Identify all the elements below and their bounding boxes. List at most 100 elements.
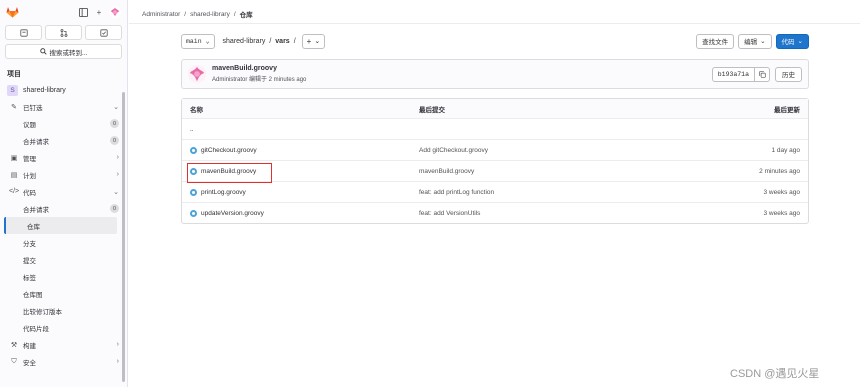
groovy-file-icon [190,146,197,154]
file-path: shared-library / vars / [223,38,296,45]
sidebar-item-branches[interactable]: 分支 [0,234,127,251]
header-name: 名称 [190,106,203,114]
edit-dropdown-button[interactable]: 编辑 ⌄ [738,33,772,49]
plus-icon: + [306,36,312,46]
commit-sha[interactable]: b193a71a [711,66,755,82]
chevron-right-icon: › [116,341,119,348]
sidebar-item-plan[interactable]: ▤ 计划 › [0,166,127,183]
branch-selector[interactable]: main ⌄ [181,33,215,49]
find-file-label: 查找文件 [702,39,729,46]
sidebar-project[interactable]: S shared-library [0,82,127,98]
table-row[interactable]: updateVersion.groovy feat: add VersionUt… [182,202,808,223]
sidebar-item-commits[interactable]: 提交 [0,251,127,268]
sidebar-item-issues[interactable]: 议题 0 [0,115,127,132]
pin-icon: ✎ [11,103,17,111]
shield-icon: ⛉ [11,357,17,365]
file-cell: mavenBuild.groovy [190,167,419,175]
file-table: 名称 最后提交 最后更新 .. gitCheckout.groovy Add g… [181,98,809,224]
sidebar-section-title: 项目 [7,71,21,78]
breadcrumb-item-admin[interactable]: Administrator [142,11,180,18]
breadcrumb-item-current[interactable]: 仓库 [240,9,253,19]
sidebar-item-label: 仓库 [27,223,40,231]
count-badge: 0 [110,119,119,128]
chevron-down-icon: ⌄ [113,188,119,196]
sidebar-scrollbar[interactable] [122,92,125,382]
header-last-update: 最后更新 [774,106,800,114]
sidebar-item-merge-requests-pinned[interactable]: 合并请求 0 [0,132,127,149]
plus-icon[interactable]: + [93,6,105,18]
sidebar-item-build[interactable]: ⚒ 构建 › [0,336,127,353]
merge-requests-button[interactable] [45,25,82,40]
sidebar-item-label: 分支 [23,240,36,248]
user-avatar[interactable] [109,6,121,18]
sidebar-item-pinned[interactable]: ✎ 已钉选 ⌄ [0,98,127,115]
sidebar-item-snippets[interactable]: 代码片段 [0,319,127,336]
commit-author[interactable]: Administrator [212,77,247,83]
file-last-commit[interactable]: feat: add VersionUtils [419,210,710,217]
file-last-commit[interactable]: mavenBuild.groovy [419,168,710,175]
merge-request-icon [60,28,67,37]
groovy-file-icon [190,209,197,217]
file-last-commit[interactable]: feat: add printLog function [419,189,710,196]
find-file-button[interactable]: 查找文件 [696,33,735,49]
file-cell: updateVersion.groovy [190,209,419,217]
branch-name: main [186,37,202,45]
file-name[interactable]: mavenBuild.groovy [201,168,256,175]
file-name[interactable]: updateVersion.groovy [201,210,264,217]
copy-sha-button[interactable] [755,66,770,82]
path-separator: / [293,37,296,45]
chevron-down-icon: ⌄ [113,103,119,111]
chevron-down-icon: ⌄ [797,38,803,45]
issues-icon [19,28,28,37]
search-label: 搜索或转到... [49,49,88,57]
gitlab-logo-icon[interactable] [6,6,19,18]
sidebar-item-repository-graph[interactable]: 仓库图 [0,285,127,302]
sidebar-item-tags[interactable]: 标签 [0,268,127,285]
commit-info: mavenBuild.groovy Administrator 编辑于 2 mi… [212,65,306,83]
path-folder[interactable]: vars [275,38,289,45]
copy-icon [758,70,766,78]
parent-directory-link[interactable]: .. [190,126,419,133]
path-project[interactable]: shared-library [223,38,266,45]
code-dropdown-button[interactable]: 代码 ⌄ [775,33,809,49]
sidebar-item-label: 议题 [23,121,36,129]
table-row[interactable]: gitCheckout.groovy Add gitCheckout.groov… [182,139,808,160]
breadcrumb-item-project[interactable]: shared-library [190,11,230,18]
file-name[interactable]: printLog.groovy [201,189,246,196]
file-cell: printLog.groovy [190,188,419,196]
file-name[interactable]: gitCheckout.groovy [201,147,257,154]
table-row-parent[interactable]: .. [182,118,808,139]
issues-button[interactable] [5,25,42,40]
sidebar-item-code[interactable]: </> 代码 ⌄ [0,183,127,200]
todo-button[interactable] [85,25,122,40]
sidebar-shortcuts [0,25,127,40]
project-avatar: S [7,84,18,96]
chevron-down-icon: ⌄ [760,38,766,45]
commit-meta: Administrator 编辑于 2 minutes ago [212,74,306,83]
sidebar-item-merge-requests[interactable]: 合并请求 0 [0,200,127,217]
table-row[interactable]: mavenBuild.groovy mavenBuild.groovy 2 mi… [182,160,808,181]
sidebar-top: + [0,0,127,24]
code-icon: </> [9,188,20,195]
chevron-right-icon: › [116,171,119,178]
sidebar-item-repository[interactable]: 仓库 [4,217,117,234]
sidebar-item-label: 构建 [23,342,36,350]
sidebar-item-secure[interactable]: ⛉ 安全 › [0,353,127,370]
sidebar-item-compare-revisions[interactable]: 比较修订版本 [0,302,127,319]
sidebar-item-manage[interactable]: ▣ 管理 › [0,149,127,166]
history-button[interactable]: 历史 [775,66,802,82]
commit-author-avatar[interactable] [188,65,206,83]
count-badge: 0 [110,204,119,213]
project-name: shared-library [23,86,66,94]
table-row[interactable]: printLog.groovy feat: add printLog funct… [182,181,808,202]
sidebar-toggle-icon[interactable] [77,6,89,18]
groovy-file-icon [190,188,197,196]
sidebar-item-label: 提交 [23,257,36,265]
add-dropdown-button[interactable]: + ⌄ [301,33,326,49]
file-last-commit[interactable]: Add gitCheckout.groovy [419,147,710,154]
sidebar-item-label: 标签 [23,274,36,282]
repo-toolbar: main ⌄ shared-library / vars / + ⌄ 查找文件 … [181,33,809,49]
commit-title[interactable]: mavenBuild.groovy [212,65,306,72]
search-button[interactable]: 搜索或转到... [5,44,122,59]
chevron-right-icon: › [116,358,119,365]
